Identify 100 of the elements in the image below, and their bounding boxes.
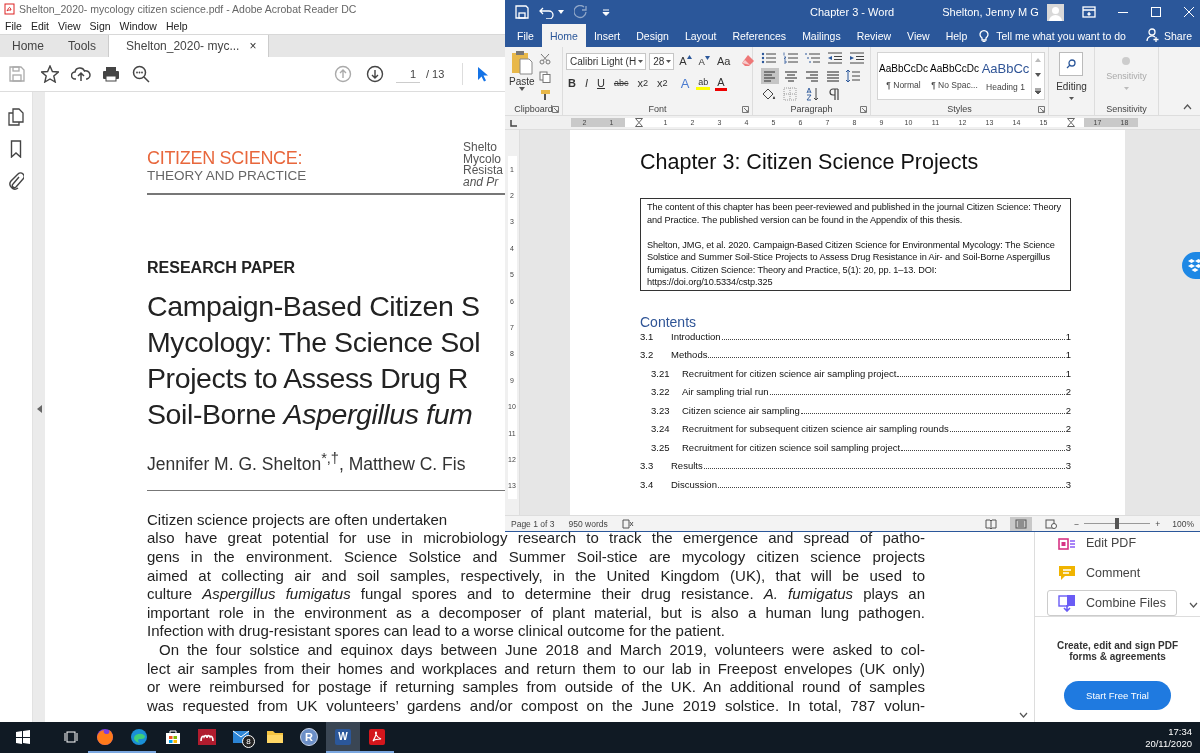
collapse-ribbon-icon[interactable]	[1183, 104, 1192, 110]
tool-item[interactable]: Combine Files	[1047, 590, 1177, 616]
copy-icon[interactable]	[538, 71, 551, 83]
format-painter-icon[interactable]	[538, 89, 551, 101]
cloud-upload-icon[interactable]	[71, 66, 91, 82]
ribbon-tab[interactable]: Home	[541, 24, 586, 47]
menu-item[interactable]: Help	[165, 20, 188, 32]
dialog-launcher-icon[interactable]	[860, 106, 867, 113]
more-styles-icon[interactable]	[1035, 87, 1041, 94]
style-preset[interactable]: AaBbCcDc ¶ No Spac...	[929, 53, 980, 99]
format-button[interactable]: abc	[611, 78, 631, 88]
change-case-button[interactable]: Aa	[714, 55, 733, 67]
paperclip-icon[interactable]	[8, 172, 24, 190]
format-button[interactable]: I	[582, 77, 590, 89]
toc-entry[interactable]: 3.4 Discussion 3	[640, 478, 1071, 497]
word-count[interactable]: 950 words	[568, 518, 608, 529]
dialog-launcher-icon[interactable]	[1038, 106, 1045, 113]
tab-selector-icon[interactable]	[510, 118, 518, 127]
lightbulb-icon[interactable]	[979, 28, 990, 42]
paint-bucket-icon[interactable]	[761, 87, 777, 101]
dropdown-arrow-icon[interactable]	[558, 10, 564, 14]
redo-icon[interactable]	[574, 5, 588, 19]
select-cursor-icon[interactable]	[477, 66, 490, 82]
clock-time[interactable]: 17:34	[1168, 725, 1192, 738]
taskbar-button[interactable]: W	[326, 722, 360, 753]
toc-entry[interactable]: 3.22 Air sampling trial run 2	[640, 386, 1071, 405]
view-button[interactable]	[1010, 516, 1033, 531]
shrink-font-button[interactable]: A	[696, 55, 712, 67]
toc-entry[interactable]: 3.3 Results 3	[640, 460, 1071, 479]
menu-item[interactable]: File	[5, 20, 22, 32]
font-color-button[interactable]: A	[715, 75, 727, 91]
menu-item[interactable]: Edit	[30, 20, 49, 32]
editing-button[interactable]: Editing	[1056, 52, 1087, 102]
page-count[interactable]: Page 1 of 3	[511, 518, 555, 529]
ribbon-tab[interactable]: Mailings	[794, 24, 849, 47]
paste-button[interactable]: Paste	[509, 50, 535, 102]
maximize-icon[interactable]	[1150, 7, 1161, 17]
scissors-icon[interactable]	[538, 53, 551, 65]
ribbon-tab[interactable]: View	[899, 24, 938, 47]
ribbon-tab[interactable]: Review	[848, 24, 900, 47]
ribbon-tab[interactable]: File	[509, 24, 542, 47]
zoom-icon[interactable]	[132, 65, 150, 83]
next-page-icon[interactable]	[366, 65, 384, 83]
collapse-arrow-icon[interactable]	[36, 405, 42, 413]
text-effects-button[interactable]: A	[678, 75, 692, 91]
highlight-button[interactable]: ab	[696, 76, 711, 90]
floating-app-icon[interactable]	[1182, 252, 1200, 279]
person-add-icon[interactable]	[1145, 28, 1160, 42]
print-icon[interactable]	[102, 66, 120, 82]
page-number-field[interactable]: 1	[396, 65, 420, 83]
bullets-icon[interactable]	[761, 51, 777, 65]
toc-entry[interactable]: 3.23 Citizen science air sampling 2	[640, 404, 1071, 423]
indent-marker-icon[interactable]	[1066, 118, 1075, 127]
zoom-in-button[interactable]: +	[1155, 518, 1161, 529]
customize-toolbar-icon[interactable]	[602, 8, 610, 16]
ribbon-tab[interactable]: Design	[628, 24, 677, 47]
tab[interactable]: Shelton_2020- myc... ×	[108, 35, 270, 57]
ribbon-tab[interactable]: Insert	[585, 24, 629, 47]
ribbon-display-icon[interactable]	[1081, 6, 1096, 18]
scroll-down-icon[interactable]	[1189, 602, 1198, 608]
tool-item[interactable]: Comment	[1047, 560, 1177, 586]
dialog-launcher-icon[interactable]	[742, 106, 749, 113]
toc-entry[interactable]: 3.1 Introduction 1	[640, 330, 1071, 349]
close-icon[interactable]	[1183, 7, 1194, 17]
ribbon-tab[interactable]: References	[724, 24, 795, 47]
format-button[interactable]: U	[595, 77, 607, 89]
undo-icon[interactable]	[539, 5, 555, 19]
proofing-icon[interactable]	[621, 518, 634, 529]
style-preset[interactable]: AaBbCc Heading 1	[980, 53, 1031, 99]
sort-icon[interactable]	[805, 87, 821, 101]
start-trial-button[interactable]: Start Free Trial	[1064, 681, 1171, 710]
avatar-icon[interactable]	[1046, 3, 1064, 21]
zoom-level[interactable]: 100%	[1172, 518, 1194, 529]
decrease-indent-icon[interactable]	[827, 51, 843, 65]
align-center-button[interactable]	[782, 68, 800, 84]
toc-entry[interactable]: 3.2 Methods 1	[640, 349, 1071, 368]
toc-entry[interactable]: 3.24 Recruitment for subsequent citizen science air sampling rounds 2	[640, 423, 1071, 442]
menu-item[interactable]: Sign	[89, 20, 111, 32]
menu-item[interactable]: Window	[119, 20, 157, 32]
dialog-launcher-icon[interactable]	[552, 106, 559, 113]
bookmark-icon[interactable]	[10, 140, 22, 158]
indent-marker-icon[interactable]	[634, 118, 643, 127]
style-preset[interactable]: AaBbCcDc ¶ Normal	[878, 53, 929, 99]
clock-date[interactable]: 20/11/2020	[1145, 737, 1192, 750]
tool-item[interactable]: Edit PDF	[1047, 530, 1177, 556]
toc-entry[interactable]: 3.25 Recruitment for citizen science soil sampling project 3	[640, 441, 1071, 460]
grow-font-button[interactable]: A	[677, 55, 694, 67]
zoom-out-button[interactable]: −	[1074, 518, 1080, 529]
taskbar-button[interactable]: 8	[224, 722, 258, 753]
tell-me-search[interactable]: Tell me what you want to do	[996, 24, 1126, 47]
menu-item[interactable]: View	[58, 20, 81, 32]
scroll-down-icon[interactable]	[1018, 712, 1028, 718]
align-right-button[interactable]	[803, 68, 821, 84]
ribbon-tab[interactable]: Help	[937, 24, 976, 47]
ribbon-tab[interactable]: Layout	[676, 24, 725, 47]
increase-indent-icon[interactable]	[849, 51, 865, 65]
format-button[interactable]: B	[566, 77, 578, 89]
scroll-down-icon[interactable]	[1035, 73, 1041, 77]
share-button[interactable]: Share	[1163, 24, 1192, 47]
line-spacing-icon[interactable]	[845, 69, 861, 83]
